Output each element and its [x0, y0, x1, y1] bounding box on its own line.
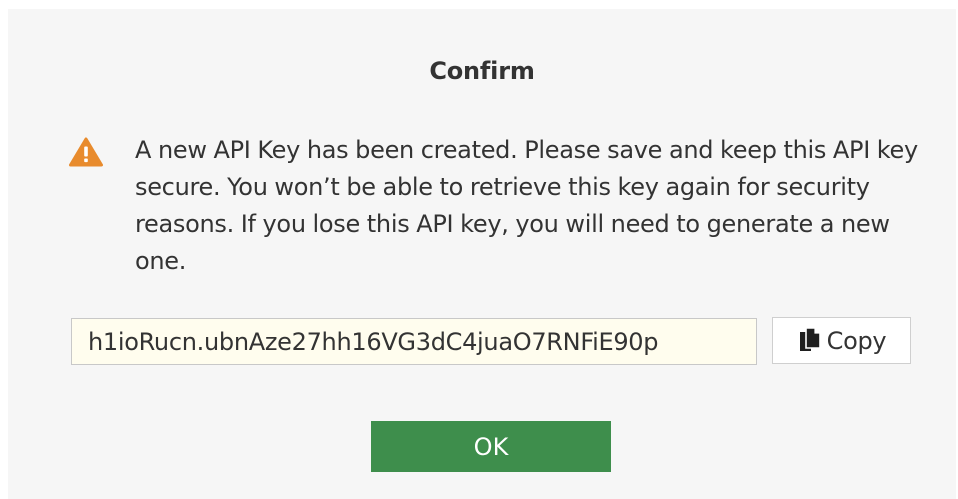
ok-button[interactable]: OK [371, 421, 611, 472]
api-key-field[interactable] [71, 318, 757, 365]
dialog-title: Confirm [429, 57, 535, 85]
copy-button[interactable]: Copy [772, 317, 911, 364]
warning-icon [69, 137, 103, 167]
warning-message: A new API Key has been created. Please s… [135, 136, 918, 275]
copy-icon [799, 327, 821, 351]
ok-button-label: OK [473, 432, 509, 461]
confirm-dialog: Confirm A new API Key has been created. … [8, 9, 956, 499]
page: Confirm A new API Key has been created. … [0, 0, 958, 499]
copy-button-label: Copy [826, 326, 887, 355]
